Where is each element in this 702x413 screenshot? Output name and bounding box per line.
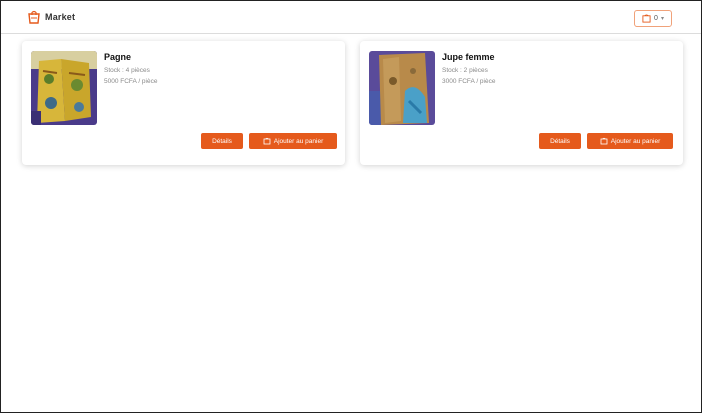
product-image[interactable]: [31, 51, 97, 125]
shopping-bag-logo-icon: [28, 10, 40, 24]
app-window: Market 0 ▾ Pagne Stock: 4 pièces 5000 F…: [0, 0, 702, 413]
product-card: Pagne Stock : 4 pièces 5000 FCFA / pièce…: [22, 41, 345, 165]
product-price: 5000 FCFA / pièce: [104, 78, 158, 85]
product-card: Jupe femme Stock : 2 pièces 3000 FCFA / …: [360, 41, 683, 165]
product-photo-jupe-femme: [369, 51, 435, 125]
cart-plus-icon: [263, 137, 271, 145]
cart-icon: [642, 14, 651, 23]
product-photo-pagne: [31, 51, 97, 125]
cart-plus-icon: [600, 137, 608, 145]
details-button[interactable]: Détails: [539, 133, 581, 149]
cart-count: 0: [654, 15, 658, 22]
top-navigation-bar: Market 0 ▾: [1, 1, 701, 34]
product-stock: Stock : 4 pièces: [104, 67, 150, 74]
details-button[interactable]: Détails: [201, 133, 243, 149]
product-title: Pagne: [104, 52, 132, 62]
add-to-cart-label: Ajouter au panier: [273, 137, 324, 145]
product-title: Jupe femme: [442, 52, 495, 62]
product-price: 3000 FCFA / pièce: [442, 78, 496, 85]
product-stock: Stock : 2 pièces: [442, 67, 488, 74]
cart-button[interactable]: 0 ▾: [634, 10, 672, 27]
add-to-cart-label: Ajouter au panier: [610, 137, 661, 145]
add-to-cart-button[interactable]: Ajouter au panier: [587, 133, 673, 149]
app-logo-text: Market: [45, 12, 76, 22]
add-to-cart-button[interactable]: Ajouter au panier: [249, 133, 337, 149]
product-image[interactable]: [369, 51, 435, 125]
chevron-down-icon: ▾: [660, 16, 664, 22]
app-logo[interactable]: Market: [27, 10, 75, 24]
